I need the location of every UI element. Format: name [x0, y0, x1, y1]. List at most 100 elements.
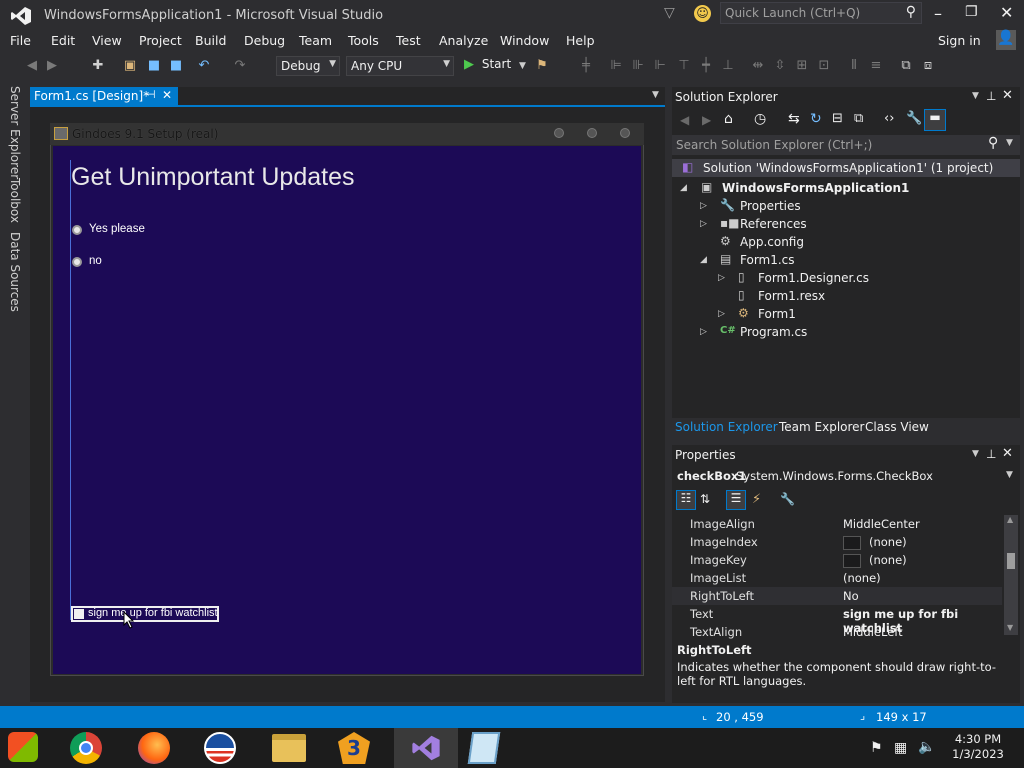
align-bottoms-icon[interactable]: ⊥ — [720, 58, 736, 74]
taskbar-app-three[interactable]: 3 — [338, 732, 372, 764]
make-same-size-icon[interactable]: ⊞ — [794, 58, 810, 74]
menu-team[interactable]: Team — [299, 33, 332, 48]
start-button[interactable]: ▶ Start ▼ — [464, 57, 526, 75]
alphabetical-icon[interactable]: ⇅ — [700, 492, 710, 506]
platform-select[interactable]: Any CPU ▼ — [346, 56, 454, 76]
undo-icon[interactable]: ↶ — [196, 58, 212, 74]
server-explorer-tab[interactable]: Server Explorer — [8, 86, 22, 179]
account-avatar-icon[interactable]: 👤 — [996, 30, 1016, 50]
expanded-arrow-icon[interactable]: ◢ — [680, 183, 687, 193]
app-config-node[interactable]: App.config — [740, 235, 804, 249]
search-icon[interactable]: ⚲ — [906, 4, 916, 20]
scroll-up-icon[interactable]: ▲ — [1007, 515, 1013, 524]
menu-analyze[interactable]: Analyze — [439, 33, 488, 48]
taskbar-app-visual-studio[interactable] — [394, 728, 458, 768]
redo-icon[interactable]: ↷ — [232, 58, 248, 74]
pin-icon[interactable]: ⊥ — [986, 89, 996, 103]
chevron-down-icon[interactable]: ▼ — [972, 449, 979, 459]
taskbar-app-notepad[interactable] — [467, 732, 504, 764]
project-node[interactable]: WindowsFormsApplication1 — [722, 181, 909, 195]
form1-cs-node[interactable]: Form1.cs — [740, 253, 795, 267]
checkbox-box[interactable] — [74, 609, 84, 619]
close-icon[interactable]: ✕ — [1000, 3, 1013, 22]
send-to-back-icon[interactable]: ⧈ — [920, 58, 936, 74]
chevron-down-icon[interactable]: ▼ — [652, 90, 659, 100]
tab-class-view[interactable]: Class View — [865, 420, 929, 434]
feedback-smiley-icon[interactable]: ☺ — [694, 5, 711, 22]
save-icon[interactable]: ■ — [146, 58, 162, 74]
form1-resx-node[interactable]: Form1.resx — [758, 289, 825, 303]
property-row-selected[interactable]: RightToLeft No — [672, 587, 1002, 605]
filter-icon[interactable]: ▽ — [664, 5, 675, 21]
categorized-icon[interactable]: ☷ — [676, 490, 696, 510]
align-lefts-icon[interactable]: ⊫ — [608, 58, 624, 74]
search-icon[interactable]: ⚲ — [988, 135, 998, 151]
collapse-all-icon[interactable]: ⊟ — [832, 111, 843, 126]
menu-debug[interactable]: Debug — [244, 33, 285, 48]
chevron-down-icon[interactable]: ▼ — [972, 91, 979, 101]
property-row[interactable]: ImageList (none) — [672, 569, 1002, 587]
tab-form1-design[interactable]: Form1.cs [Design]* ⊣ ✕ — [30, 87, 178, 106]
properties-node[interactable]: Properties — [740, 199, 801, 213]
volume-icon[interactable]: 🔈 — [918, 739, 935, 755]
menu-window[interactable]: Window — [500, 33, 549, 48]
tray-clock[interactable]: 4:30 PM 1/3/2023 — [948, 732, 1008, 762]
references-node[interactable]: References — [740, 217, 807, 231]
scroll-down-icon[interactable]: ▼ — [1007, 623, 1013, 632]
solution-node[interactable]: ◧ Solution 'WindowsFormsApplication1' (1… — [672, 159, 1020, 177]
align-grid-icon[interactable]: ╪ — [578, 58, 594, 74]
align-centers-icon[interactable]: ⊪ — [630, 58, 646, 74]
menu-help[interactable]: Help — [566, 33, 595, 48]
show-all-files-icon[interactable]: ⧉ — [854, 111, 863, 126]
close-icon[interactable]: ✕ — [1002, 88, 1013, 103]
collapsed-arrow-icon[interactable]: ▷ — [718, 309, 725, 319]
make-same-width-icon[interactable]: ⇹ — [750, 58, 766, 74]
menu-tools[interactable]: Tools — [348, 33, 379, 48]
pin-icon[interactable]: ⊥ — [986, 447, 996, 461]
tab-team-explorer[interactable]: Team Explorer — [779, 420, 865, 434]
solution-search-input[interactable]: Search Solution Explorer (Ctrl+;) ⚲ ▼ — [672, 135, 1020, 155]
property-value[interactable]: (none) — [843, 571, 881, 585]
object-selector[interactable]: checkBox1 System.Windows.Forms.CheckBox … — [672, 466, 1020, 486]
radio-no-circle[interactable] — [72, 257, 82, 267]
property-value[interactable]: No — [843, 589, 859, 603]
taskbar-app-start[interactable] — [8, 732, 42, 764]
save-all-icon[interactable]: ■ — [168, 58, 184, 74]
vertical-spacing-icon[interactable]: ≡ — [868, 58, 884, 74]
menu-build[interactable]: Build — [195, 33, 226, 48]
align-middles-icon[interactable]: ┿ — [698, 58, 714, 74]
close-icon[interactable]: ✕ — [1002, 446, 1013, 461]
toolbox-tab[interactable]: Toolbox — [8, 178, 22, 223]
align-tops-icon[interactable]: ⊤ — [676, 58, 692, 74]
property-row[interactable]: ImageKey (none) — [672, 551, 1002, 569]
align-rights-icon[interactable]: ⊩ — [652, 58, 668, 74]
sync-icon[interactable]: ⇆ — [788, 111, 800, 127]
form-heading-label[interactable]: Get Unimportant Updates — [71, 163, 354, 192]
open-file-icon[interactable]: ▣ — [122, 58, 138, 74]
taskbar-app-firefox[interactable] — [138, 732, 172, 764]
radio-yes-circle[interactable] — [72, 225, 82, 235]
close-tab-icon[interactable]: ✕ — [162, 88, 172, 102]
tab-solution-explorer[interactable]: Solution Explorer — [675, 420, 778, 434]
program-cs-node[interactable]: Program.cs — [740, 325, 807, 339]
size-to-grid-icon[interactable]: ⊡ — [816, 58, 832, 74]
form1-designer-node[interactable]: Form1.Designer.cs — [758, 271, 869, 285]
history-icon[interactable]: ◷ — [754, 111, 766, 127]
menu-file[interactable]: File — [10, 33, 31, 48]
make-same-height-icon[interactable]: ⇳ — [772, 58, 788, 74]
events-lightning-icon[interactable]: ⚡ — [752, 492, 761, 507]
back-icon[interactable]: ◀ — [680, 113, 689, 127]
property-row[interactable]: ImageAlign MiddleCenter — [672, 515, 1002, 533]
attach-icon[interactable]: ⚑ — [534, 58, 550, 74]
collapsed-arrow-icon[interactable]: ▷ — [718, 273, 725, 283]
quick-launch-input[interactable]: Quick Launch (Ctrl+Q) ⚲ — [720, 2, 922, 24]
property-pages-icon[interactable]: 🔧 — [780, 492, 795, 506]
property-row[interactable]: Text sign me up for fbi watchlist — [672, 605, 1002, 635]
view-code-icon[interactable]: ‹› — [884, 111, 894, 126]
action-center-flag-icon[interactable]: ⚑ — [870, 740, 883, 756]
horizontal-spacing-icon[interactable]: ⦀ — [846, 58, 862, 74]
configuration-select[interactable]: Debug ▼ — [276, 56, 340, 76]
minimize-icon[interactable]: – — [934, 4, 942, 23]
pin-icon[interactable]: ⊣ — [146, 88, 156, 101]
chevron-down-icon[interactable]: ▼ — [1006, 138, 1013, 148]
